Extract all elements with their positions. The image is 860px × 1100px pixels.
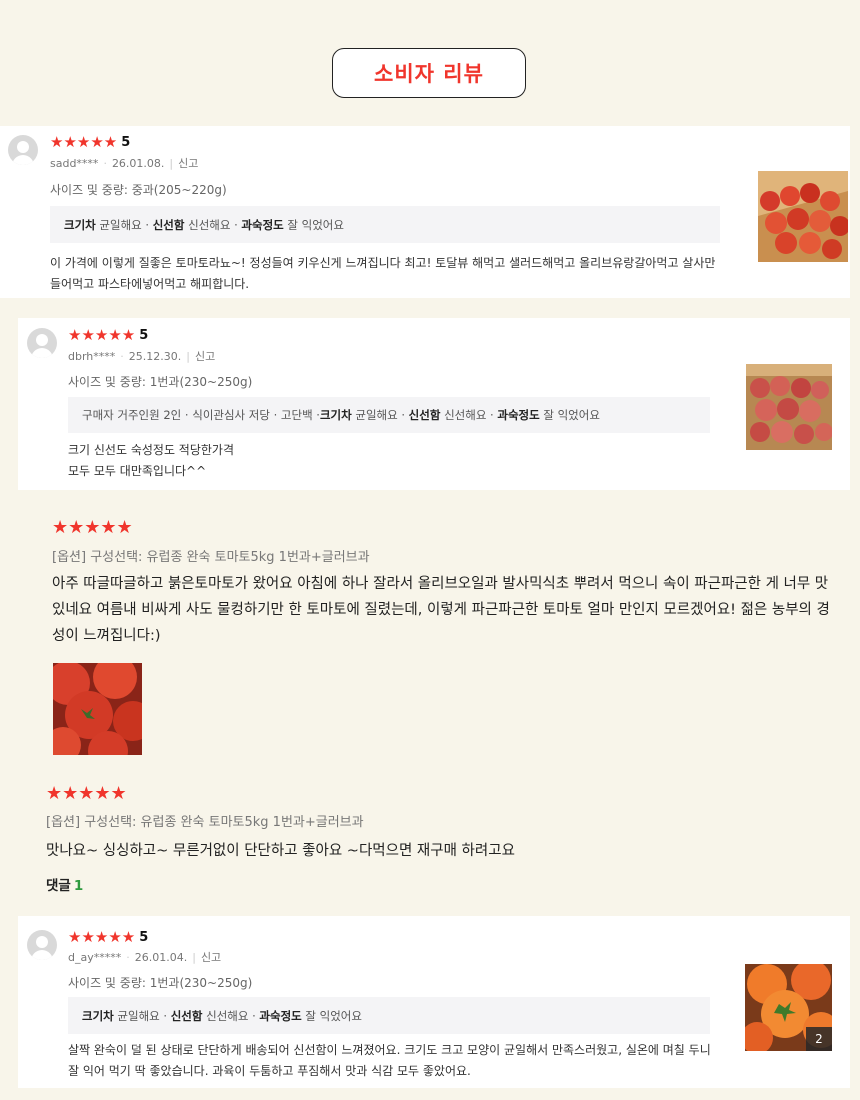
comment-label: 댓글 xyxy=(46,878,71,894)
user-id: sadd**** xyxy=(50,157,99,170)
star-rating: ★★★★★ 5 xyxy=(68,928,149,946)
review-photo[interactable] xyxy=(746,364,832,450)
photo-count-badge: 2 xyxy=(806,1027,832,1051)
star-icon: ★★★★★ xyxy=(68,326,136,344)
review-meta: dbrh**** · 25.12.30. | 신고 xyxy=(68,350,216,363)
review-card-2: ★★★★★ 5 dbrh**** · 25.12.30. | 신고 사이즈 및 중량: … xyxy=(18,318,850,490)
section-title: 소비자 리뷰 xyxy=(332,48,526,98)
star-icon: ★★★★★ xyxy=(52,517,133,538)
star-icon: ★★★★★ xyxy=(68,928,136,946)
comment-link[interactable]: 댓글 1 xyxy=(46,874,83,894)
user-id: d_ay***** xyxy=(68,951,122,964)
rating-score: 5 xyxy=(139,930,149,945)
review-meta: d_ay***** · 26.01.04. | 신고 xyxy=(68,951,222,964)
report-link[interactable]: 신고 xyxy=(201,951,221,964)
section-title-text: 소비자 리뷰 xyxy=(374,62,484,86)
star-rating: ★★★★★ 5 xyxy=(68,326,149,344)
review-text: 맛나요~ 싱싱하고~ 무른거없이 단단하고 좋아요 ~다먹으면 재구매 하려고요 xyxy=(46,843,515,859)
size-weight: 사이즈 및 중량: 1번과(230~250g) xyxy=(68,976,253,990)
review-date: 26.01.08. xyxy=(111,157,165,170)
review-option: [옵션] 구성선택: 유럽종 완숙 토마토5kg 1번과+글러브과 xyxy=(52,550,370,565)
report-link[interactable]: 신고 xyxy=(195,350,215,363)
review-meta: sadd**** · 26.01.08. | 신고 xyxy=(50,157,199,170)
tag-summary: 구매자 거주인원 2인 · 식이관심사 저당 · 고단백 · 크기차 균일해요 … xyxy=(68,397,710,433)
star-rating: ★★★★★ 5 xyxy=(50,133,131,151)
size-weight: 사이즈 및 중량: 1번과(230~250g) xyxy=(68,375,253,389)
review-card-1: ★★★★★ 5 sadd**** · 26.01.08. | 신고 사이즈 및 중량: … xyxy=(0,126,850,298)
review-card-5: ★★★★★ 5 d_ay***** · 26.01.04. | 신고 사이즈 및 중량:… xyxy=(18,916,850,1088)
tag-summary: 크기차 균일해요 · 신선함 신선해요 · 과숙정도 잘 익었어요 xyxy=(68,997,710,1034)
tag-summary: 크기차 균일해요 · 신선함 신선해요 · 과숙정도 잘 익었어요 xyxy=(50,206,720,243)
review-photo[interactable] xyxy=(53,663,142,755)
review-photo[interactable] xyxy=(758,171,848,262)
review-option: [옵션] 구성선택: 유럽종 완숙 토마토5kg 1번과+글러브과 xyxy=(46,815,364,830)
review-date: 26.01.04. xyxy=(134,951,188,964)
avatar xyxy=(27,930,57,960)
size-weight: 사이즈 및 중량: 중과(205~220g) xyxy=(50,183,227,197)
report-link[interactable]: 신고 xyxy=(178,157,198,170)
star-rating: ★★★★★ xyxy=(46,785,127,803)
review-text: 아주 따글따글하고 붉은토마토가 왔어요 아침에 하나 잘라서 올리브오일과 발… xyxy=(52,576,830,644)
star-rating: ★★★★★ xyxy=(52,519,133,537)
review-text: 이 가격에 이렇게 질좋은 토마토라뇨~! 정성들여 키우신게 느껴집니다 최고… xyxy=(50,256,716,291)
star-icon: ★★★★★ xyxy=(46,783,127,804)
avatar xyxy=(27,328,57,358)
comment-count: 1 xyxy=(73,878,84,894)
review-date: 25.12.30. xyxy=(128,350,182,363)
review-text: 크기 신선도 숙성정도 적당한가격 모두 모두 대만족입니다^^ xyxy=(68,443,235,478)
user-id: dbrh**** xyxy=(68,350,116,363)
rating-score: 5 xyxy=(139,328,149,343)
star-icon: ★★★★★ xyxy=(50,133,118,151)
review-text: 살짝 완숙이 덜 된 상태로 단단하게 배송되어 신선함이 느껴졌어요. 크기도… xyxy=(68,1043,711,1078)
review-photo[interactable]: 2 xyxy=(745,964,832,1051)
rating-score: 5 xyxy=(121,135,131,150)
avatar xyxy=(8,135,38,165)
